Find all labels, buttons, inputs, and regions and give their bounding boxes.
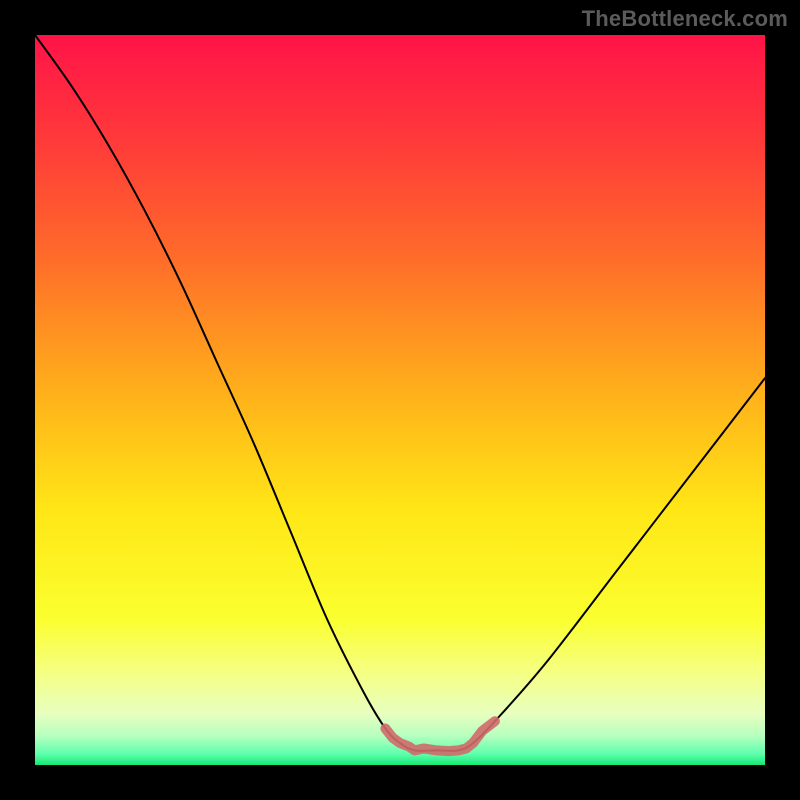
- bottleneck-curve: [35, 35, 765, 751]
- bottleneck-curve-highlight: [385, 721, 495, 751]
- watermark-text: TheBottleneck.com: [582, 6, 788, 32]
- outer-frame: TheBottleneck.com: [0, 0, 800, 800]
- plot-area: [35, 35, 765, 765]
- curve-layer: [35, 35, 765, 765]
